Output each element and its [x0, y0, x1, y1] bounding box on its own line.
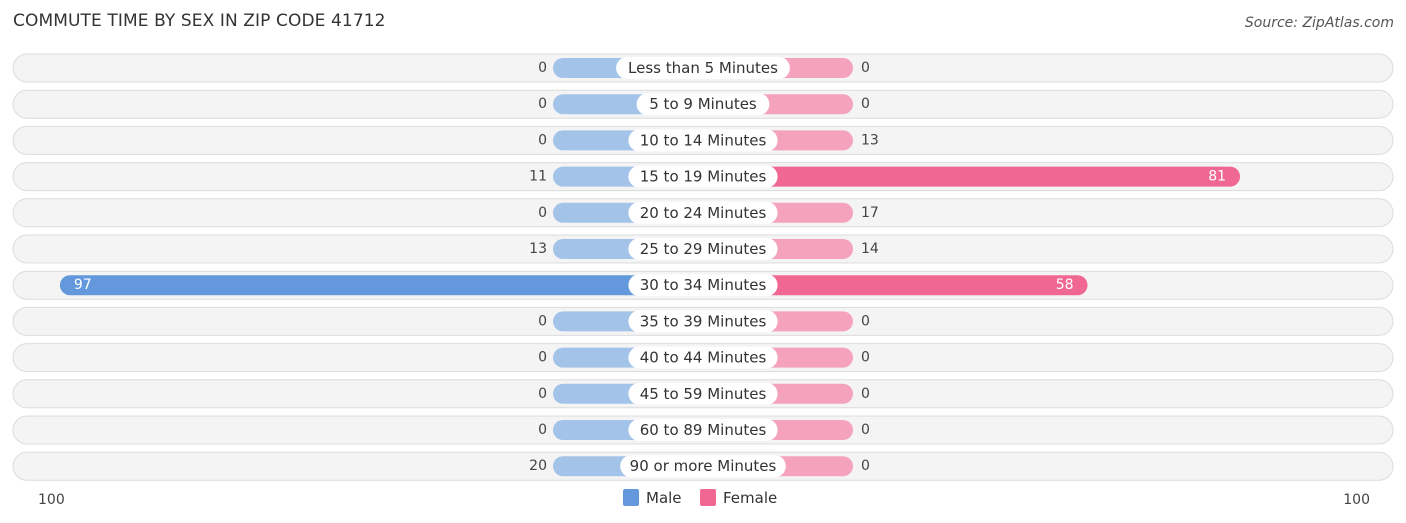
legend: Male Female [623, 489, 777, 507]
chart-row: 30 to 34 Minutes 97 58 [12, 270, 1394, 300]
female-value: 0 [861, 386, 870, 402]
chart-row: 5 to 9 Minutes 0 0 [12, 89, 1394, 119]
chart-row: 20 to 24 Minutes 0 17 [12, 198, 1394, 228]
category-label: 45 to 59 Minutes [640, 385, 767, 403]
male-value: 0 [538, 386, 547, 402]
axis-right-label: 100 [1343, 492, 1370, 508]
male-value: 97 [74, 277, 92, 293]
chart-row: 60 to 89 Minutes 0 0 [12, 415, 1394, 445]
male-value: 0 [538, 313, 547, 329]
female-value: 81 [1208, 169, 1226, 185]
female-value: 14 [861, 241, 879, 257]
chart-row: 90 or more Minutes 20 0 [12, 451, 1394, 481]
male-value: 13 [529, 241, 547, 257]
legend-female-label: Female [723, 489, 777, 507]
male-value: 20 [529, 458, 547, 474]
female-value: 13 [861, 132, 879, 148]
female-value: 17 [861, 205, 879, 221]
male-bar [59, 275, 703, 296]
male-value: 0 [538, 350, 547, 366]
chart-row: 45 to 59 Minutes 0 0 [12, 379, 1394, 409]
female-value: 0 [861, 458, 870, 474]
chart-row: Less than 5 Minutes 0 0 [12, 53, 1394, 83]
chart-rows: Less than 5 Minutes0 05 to 9 Minutes0 010 … [12, 53, 1394, 481]
axis-left-label: 100 [38, 492, 65, 508]
female-value: 0 [861, 96, 870, 112]
category-label: 30 to 34 Minutes [640, 276, 767, 294]
category-label: 25 to 29 Minutes [640, 240, 767, 258]
male-value: 11 [529, 169, 547, 185]
chart: Less than 5 Minutes0 05 to 9 Minutes0 010 … [12, 53, 1394, 508]
category-label: 15 to 19 Minutes [640, 168, 767, 186]
category-label: Less than 5 Minutes [628, 59, 778, 77]
chart-row: 35 to 39 Minutes 0 0 [12, 306, 1394, 336]
category-label: 35 to 39 Minutes [640, 312, 767, 330]
female-bar [703, 166, 1241, 187]
chart-row: 10 to 14 Minutes 0 13 [12, 125, 1394, 155]
chart-row: 15 to 19 Minutes 11 81 [12, 162, 1394, 192]
female-value: 0 [861, 60, 870, 76]
female-value: 0 [861, 350, 870, 366]
legend-female-swatch [700, 489, 716, 506]
female-value: 0 [861, 313, 870, 329]
category-label: 5 to 9 Minutes [649, 95, 757, 113]
category-label: 10 to 14 Minutes [640, 131, 767, 149]
chart-row: 25 to 29 Minutes 13 14 [12, 234, 1394, 264]
category-label: 40 to 44 Minutes [640, 349, 767, 367]
category-label: 20 to 24 Minutes [640, 204, 767, 222]
female-value: 58 [1056, 277, 1074, 293]
male-value: 0 [538, 132, 547, 148]
male-value: 0 [538, 96, 547, 112]
female-value: 0 [861, 422, 870, 438]
male-value: 0 [538, 205, 547, 221]
legend-male-swatch [623, 489, 639, 506]
legend-male-label: Male [646, 489, 682, 507]
chart-row: 40 to 44 Minutes 0 0 [12, 343, 1394, 373]
category-label: 90 or more Minutes [630, 457, 777, 475]
male-value: 0 [538, 422, 547, 438]
male-value: 0 [538, 60, 547, 76]
category-label: 60 to 89 Minutes [640, 421, 767, 439]
